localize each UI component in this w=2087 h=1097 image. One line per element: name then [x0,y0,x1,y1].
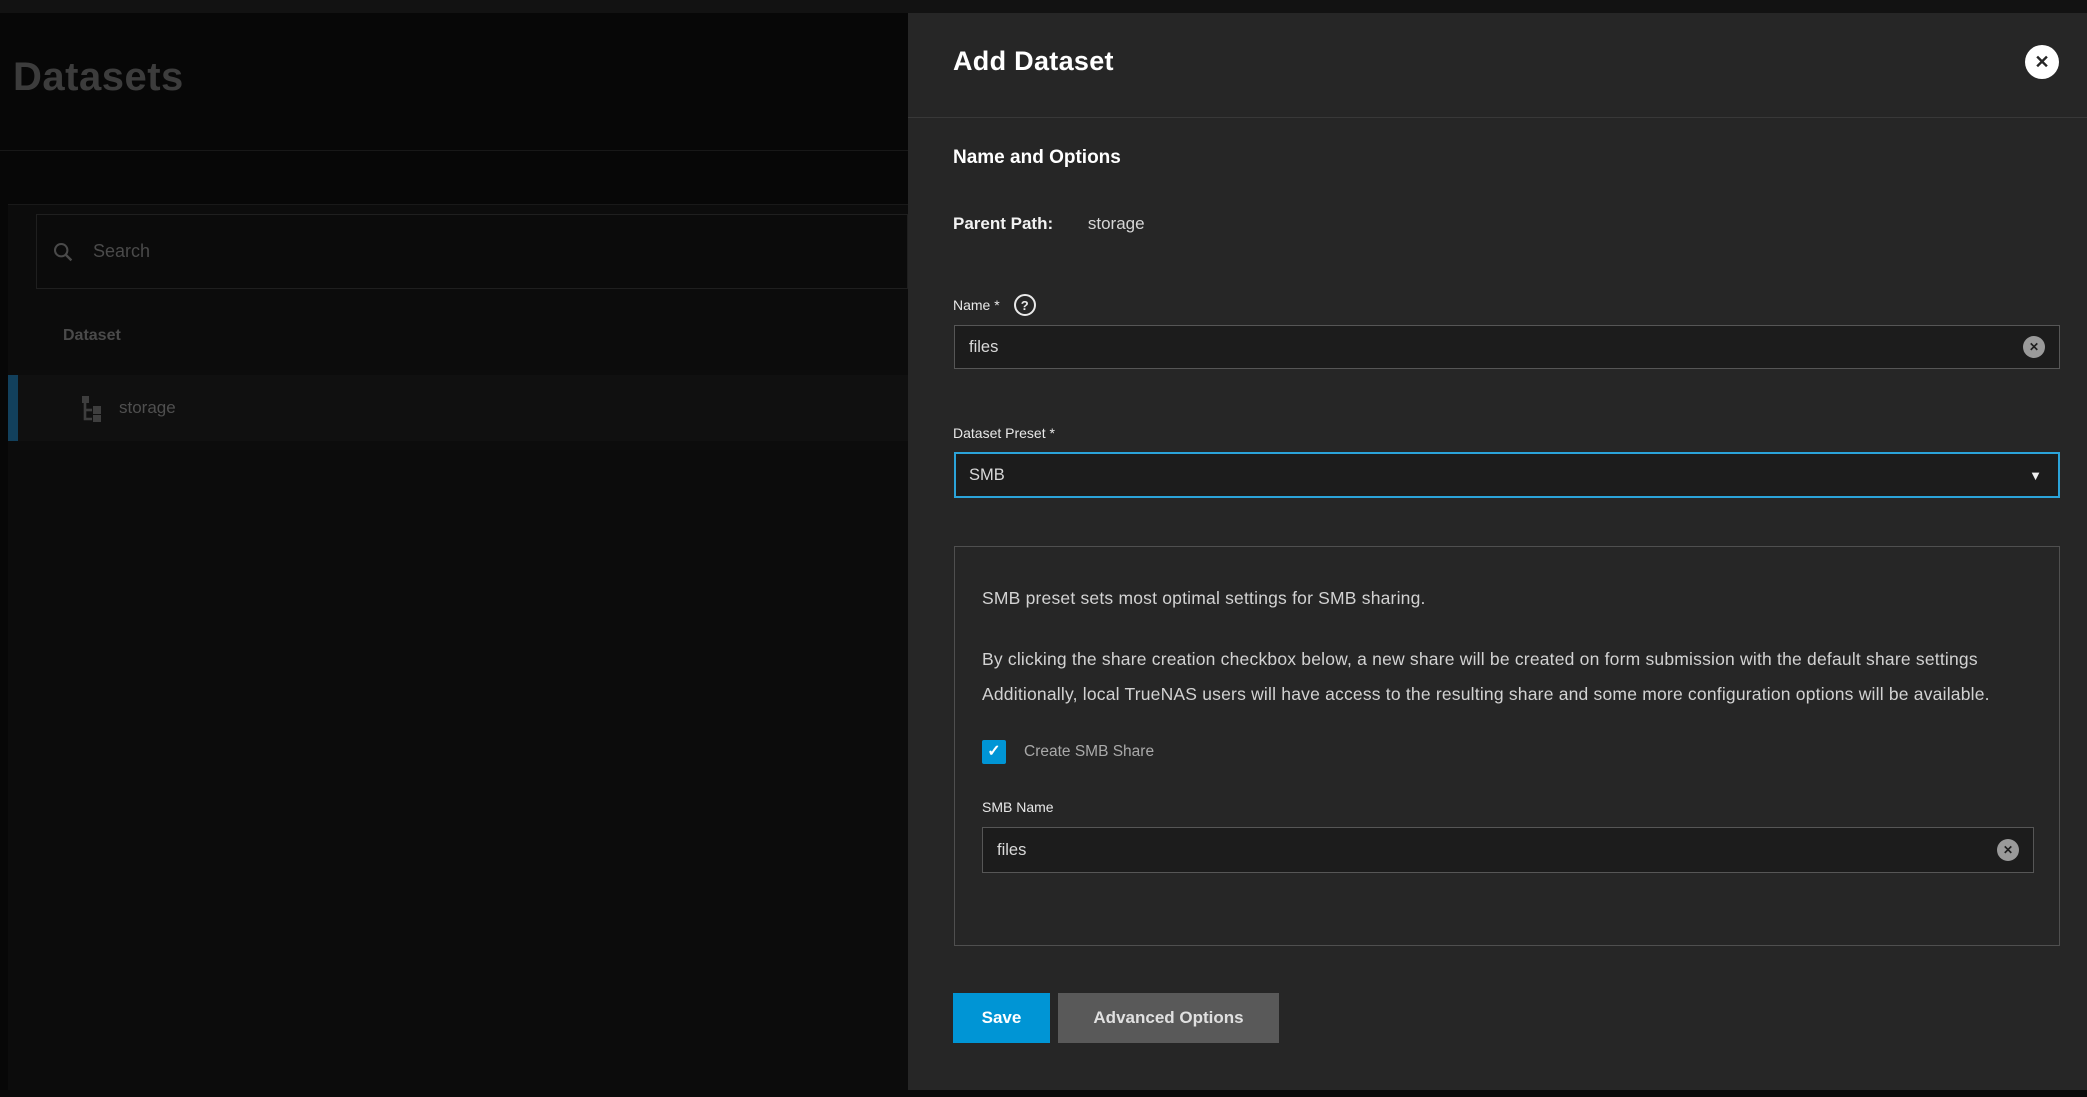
page-title: Datasets [13,55,184,100]
help-glyph: ? [1021,298,1029,313]
screen: Datasets Dataset storage [0,0,2087,1097]
smb-name-field: ✕ [982,827,2034,873]
search-box[interactable] [36,214,908,289]
search-input[interactable] [73,241,907,262]
smb-info-box: SMB preset sets most optimal settings fo… [954,546,2060,946]
dialog-button-row: Save Advanced Options [953,993,1279,1043]
dataset-preset-select[interactable]: SMB ▼ [954,452,2060,498]
smb-name-label: SMB Name [982,799,2032,815]
dataset-row-storage[interactable]: storage [8,375,908,441]
info-paragraph-1: SMB preset sets most optimal settings fo… [982,581,2032,616]
name-field: ✕ [954,325,2060,369]
table-header-dataset: Dataset [63,327,121,345]
check-icon: ✓ [987,744,1000,760]
top-bar [0,0,2087,13]
preset-selected-value: SMB [956,466,2029,485]
dialog-title: Add Dataset [953,46,1114,77]
parent-path-label: Parent Path: [953,214,1053,233]
section-title: Name and Options [953,147,1121,169]
close-icon: ✕ [2034,53,2049,71]
create-smb-share-row: ✓ Create SMB Share [982,740,2032,764]
page-divider [0,150,908,151]
clear-smb-name-icon[interactable]: ✕ [1997,839,2019,861]
help-icon[interactable]: ? [1014,294,1036,316]
close-button[interactable]: ✕ [2025,45,2059,79]
create-smb-share-label: Create SMB Share [1024,743,1154,761]
parent-path-value: storage [1088,214,1145,233]
create-smb-share-checkbox[interactable]: ✓ [982,740,1006,764]
dataset-tree-icon [76,394,104,422]
info-paragraph-2: By clicking the share creation checkbox … [982,642,2028,712]
save-button[interactable]: Save [953,993,1050,1043]
clear-name-icon[interactable]: ✕ [2023,336,2045,358]
dialog-header: Add Dataset ✕ [908,13,2087,118]
name-label: Name * [953,297,1000,313]
bottom-bar [0,1090,2087,1097]
parent-path: Parent Path: storage [953,214,1145,234]
datasets-card: Dataset storage [8,204,908,1090]
smb-name-input[interactable] [983,841,1997,860]
add-dataset-dialog: Add Dataset ✕ Name and Options Parent Pa… [908,13,2087,1090]
name-input[interactable] [955,338,2023,357]
search-icon [53,242,73,262]
advanced-options-button[interactable]: Advanced Options [1058,993,1279,1043]
chevron-down-icon: ▼ [2029,468,2042,483]
name-label-row: Name * ? [953,294,1036,316]
dataset-row-label: storage [119,398,176,418]
clear-glyph: ✕ [2003,844,2013,856]
clear-glyph: ✕ [2029,341,2039,353]
preset-label: Dataset Preset * [953,425,1055,441]
datasets-page: Datasets Dataset storage [0,13,908,1090]
